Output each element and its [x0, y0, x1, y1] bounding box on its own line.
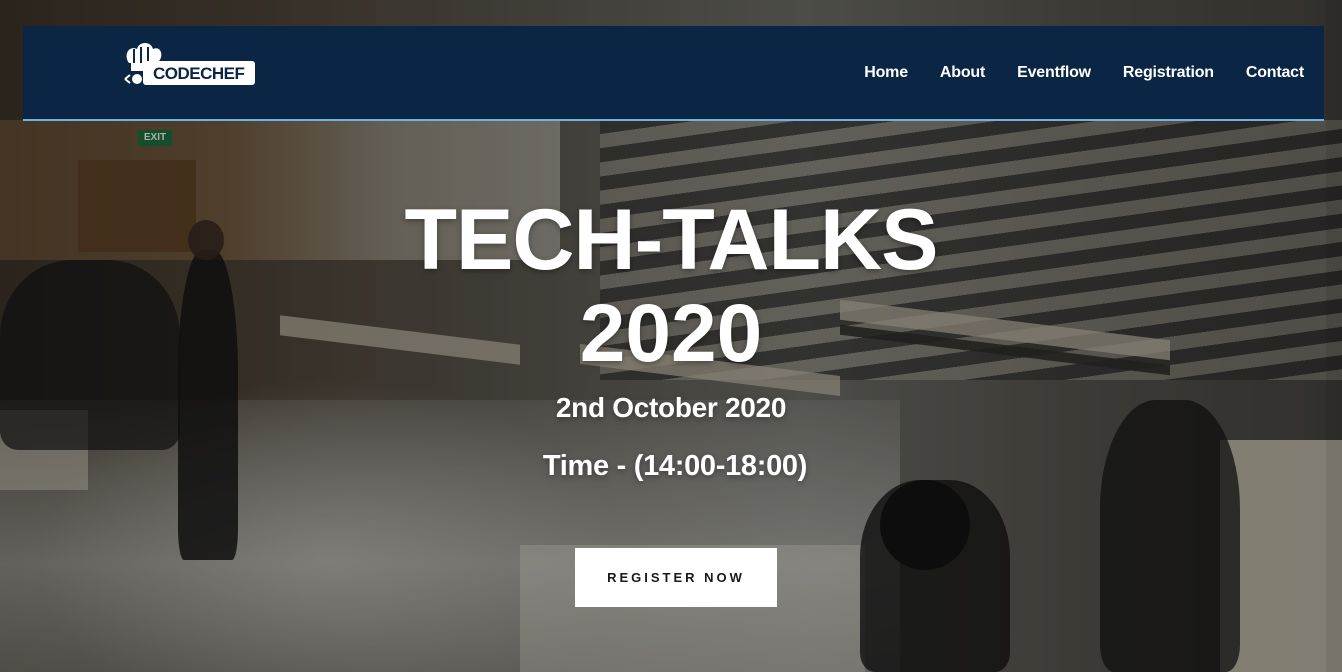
navbar: CODECHEF Home About Eventflow Registrati…: [23, 26, 1324, 121]
nav-eventflow[interactable]: Eventflow: [1017, 64, 1091, 82]
hero-year: 2020: [579, 288, 763, 379]
nav-contact[interactable]: Contact: [1246, 64, 1304, 82]
hero-title: TECH-TALKS: [404, 192, 938, 288]
nav-registration[interactable]: Registration: [1123, 64, 1214, 82]
nav-about[interactable]: About: [940, 64, 985, 82]
event-date: 2nd October 2020: [555, 392, 787, 423]
event-time: Time - (14:00-18:00): [542, 450, 808, 482]
logo-wordmark: CODECHEF: [153, 64, 245, 83]
nav-home[interactable]: Home: [864, 64, 908, 82]
main-nav: Home About Eventflow Registration Contac…: [864, 26, 1304, 119]
codechef-logo[interactable]: CODECHEF: [123, 41, 255, 89]
register-now-button[interactable]: REGISTER NOW: [575, 548, 777, 607]
